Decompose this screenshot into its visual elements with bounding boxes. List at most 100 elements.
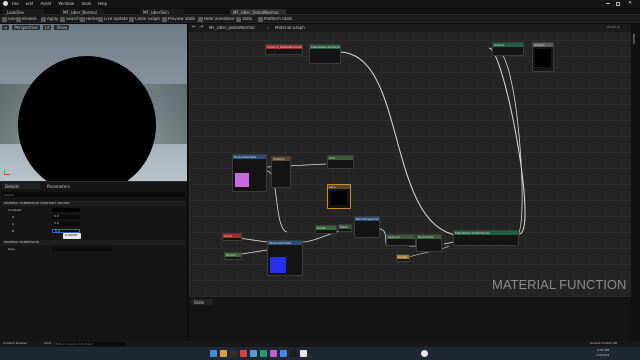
viewport-toolbar: ≡ Perspective Lit Show	[0, 24, 187, 31]
node-title: Append	[387, 235, 415, 239]
document-tab-bar: _LookDev MF_Uber_Normal MF_UberSkin MF_U…	[0, 8, 640, 15]
r-value-input[interactable]: 0.0	[52, 215, 80, 219]
stats-tab-label: Stats	[194, 300, 205, 305]
node-title: Const	[316, 226, 336, 230]
details-search-input[interactable]	[2, 192, 185, 197]
node-texture-sample-b[interactable]: TextureSample	[267, 240, 303, 276]
node-blend-angle-corrected-normals[interactable]: BlendAngleCorrectedNormals	[354, 216, 380, 238]
cmd-button[interactable]: Cmd	[44, 342, 51, 345]
clean-graph-button[interactable]: Clean Graph	[129, 16, 160, 22]
node-input-detailnormal-switch[interactable]: Input In_DetailNormalSwitch	[265, 44, 303, 55]
home-button[interactable]: Home	[80, 16, 98, 22]
app-icon[interactable]	[260, 350, 267, 357]
stats-icon	[236, 16, 241, 22]
node-output-preview[interactable]: Output	[532, 42, 554, 72]
node-append[interactable]: Append	[386, 234, 416, 246]
maximize-icon[interactable]	[616, 2, 620, 6]
live-update-icon	[98, 16, 103, 22]
tab-stats[interactable]: Stats	[191, 299, 213, 305]
viewport-menu-icon[interactable]: ≡	[2, 25, 10, 30]
wire	[338, 51, 465, 237]
preview-swatch	[535, 49, 551, 67]
node-param[interactable]: Param	[224, 252, 242, 260]
app-icon[interactable]	[250, 350, 257, 357]
preview-state-button[interactable]: Preview State	[162, 16, 195, 22]
node-scalar[interactable]: Const	[396, 254, 410, 262]
title-bar: File Edit Asset Window Tools Help ✕	[0, 0, 640, 8]
value-tooltip: 0.00000	[63, 233, 81, 239]
console-command-input[interactable]	[56, 342, 126, 346]
node-output-attributes[interactable]: MakeMaterialAttributes	[453, 230, 519, 246]
section-constant-vector[interactable]: MATERIAL EXPRESSION CONSTANT VECTOR	[2, 201, 185, 206]
platform-stats-button[interactable]: Platform Stats	[258, 16, 292, 22]
desc-input[interactable]	[52, 247, 112, 251]
minimize-icon[interactable]	[606, 3, 610, 4]
unreal-engine-taskbar-icon[interactable]	[421, 350, 428, 357]
menu-help[interactable]: Help	[98, 2, 107, 6]
node-mask[interactable]: Mask	[338, 224, 352, 232]
toolbar: Save Browse Apply Search Home Live Updat…	[0, 15, 640, 23]
node-lerp-selected[interactable]: Lerp	[327, 184, 351, 209]
menu-file[interactable]: File	[12, 2, 19, 6]
browser-icon[interactable]	[280, 350, 287, 357]
palette-side-tab[interactable]: Palette	[631, 24, 640, 341]
node-add[interactable]: Add	[327, 155, 354, 169]
preview-sphere	[18, 56, 156, 181]
node-title: Multiply	[272, 157, 290, 161]
parameters-tab-label: Parameters	[47, 184, 70, 189]
unreal-logo-icon[interactable]	[3, 1, 8, 6]
clock-time: 4:56 PM	[597, 349, 610, 352]
tab-parameters[interactable]: Parameters	[44, 183, 80, 189]
section-label: MATERIAL EXPRESSION CONSTANT VECTOR	[4, 202, 70, 205]
app-icon[interactable]	[290, 350, 297, 357]
menu-tools[interactable]: Tools	[81, 2, 91, 6]
app-icon[interactable]	[270, 350, 277, 357]
node-title: Output	[493, 43, 523, 47]
source-control-status[interactable]: Source Control Off	[590, 342, 617, 345]
node-multiply[interactable]: Multiply	[271, 156, 291, 188]
tab-details[interactable]: Details	[2, 183, 40, 189]
details-panel: Details Parameters MATERIAL EXPRESSION C…	[0, 181, 187, 341]
node-const[interactable]: Const	[315, 225, 337, 234]
preview-swatch	[331, 191, 347, 205]
node-title: Const	[397, 255, 409, 259]
menu-edit[interactable]: Edit	[26, 2, 34, 6]
menu-bar: File Edit Asset Window Tools Help	[12, 2, 107, 6]
terminal-icon[interactable]	[230, 350, 237, 357]
start-menu-icon[interactable]	[210, 350, 217, 357]
home-label: Home	[86, 17, 98, 21]
node-output[interactable]: Output	[492, 42, 524, 56]
app-icon[interactable]	[300, 350, 307, 357]
stats-button[interactable]: Stats	[236, 16, 252, 22]
search-button[interactable]: Search	[60, 16, 80, 22]
node-title: Normalize	[417, 235, 441, 239]
preview-viewport[interactable]: ≡ Perspective Lit Show	[0, 24, 187, 181]
clock-date: 1/4/2024	[596, 354, 610, 357]
prop-row-r: R 0.0	[2, 215, 185, 220]
lit-button[interactable]: Lit	[42, 25, 52, 30]
platform-stats-label: Platform Stats	[264, 17, 293, 21]
hide-unrelated-button[interactable]: Hide Unrelated	[198, 16, 234, 22]
perspective-button[interactable]: Perspective	[12, 25, 40, 30]
live-update-label: Live Update	[104, 17, 128, 21]
os-taskbar: 4:56 PM 1/4/2024	[0, 347, 640, 360]
node-normalize[interactable]: Normalize	[416, 234, 442, 252]
node-title: Input In_DetailNormalSwitch	[266, 45, 302, 49]
browse-button[interactable]: Browse	[16, 16, 37, 22]
app-icon[interactable]	[240, 350, 247, 357]
file-explorer-icon[interactable]	[220, 350, 227, 357]
g-value-input[interactable]: 0.0	[52, 222, 80, 226]
section-material-expression[interactable]: MATERIAL EXPRESSION	[2, 240, 185, 245]
apply-button[interactable]: Apply	[41, 16, 58, 22]
show-button[interactable]: Show	[54, 25, 70, 30]
menu-window[interactable]: Window	[58, 2, 74, 6]
menu-asset[interactable]: Asset	[40, 2, 51, 6]
color-swatch[interactable]	[52, 208, 80, 212]
node-texture-sample-a[interactable]: TextureSample	[232, 154, 267, 192]
texture-thumbnail	[270, 257, 286, 273]
live-update-button[interactable]: Live Update	[98, 16, 128, 22]
node-input-param[interactable]: Input	[222, 233, 242, 241]
node-make-material-attributes[interactable]: MakeMaterialAttributes	[309, 44, 341, 64]
close-icon[interactable]: ✕	[628, 1, 632, 6]
content-drawer-button[interactable]: Content Drawer	[3, 342, 27, 345]
